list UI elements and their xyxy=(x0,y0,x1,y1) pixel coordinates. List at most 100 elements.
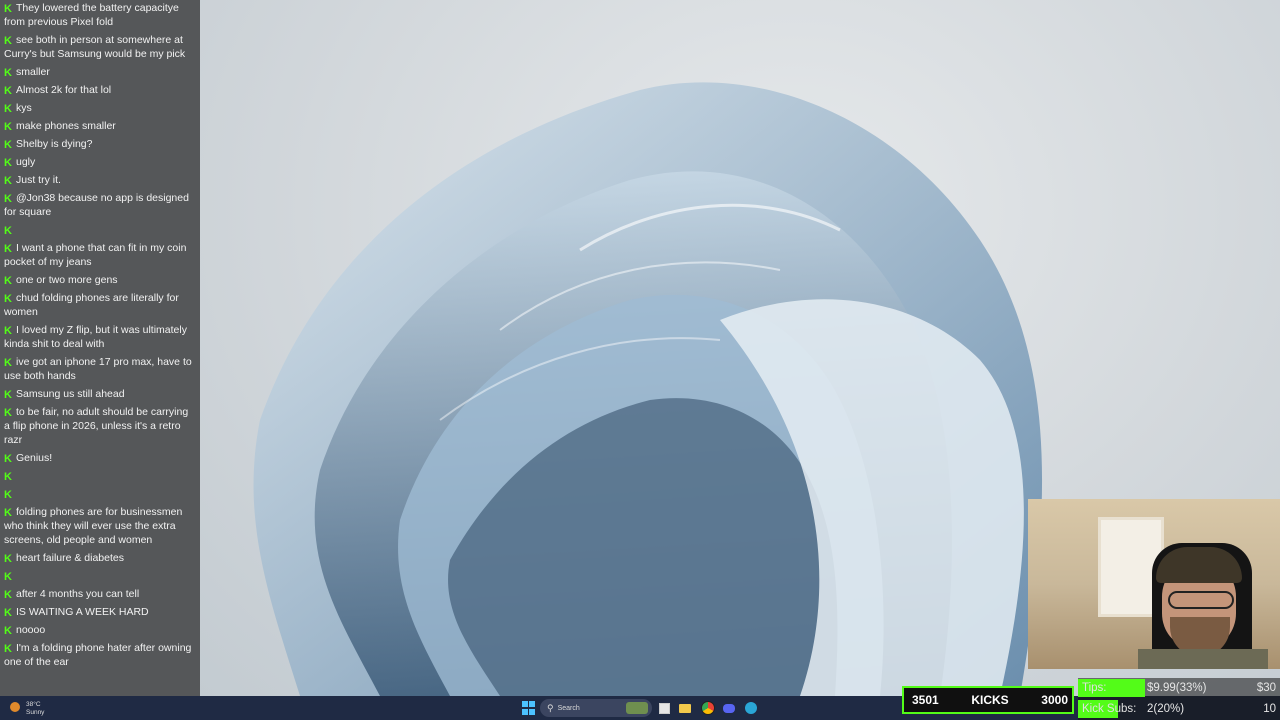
chat-message-text: make phones smaller xyxy=(16,120,116,132)
kick-badge-icon: K xyxy=(4,471,12,483)
chat-message-text: Genius! xyxy=(16,452,53,464)
webcam-feed xyxy=(1028,499,1280,669)
task-view-button[interactable] xyxy=(656,700,672,716)
chat-message-text: I loved my Z flip, but it was ultimately… xyxy=(4,324,187,350)
subs-goal-row: Kick Subs: 2(20%) 10 xyxy=(1078,699,1280,719)
webcam-streamer-cap xyxy=(1156,547,1242,583)
chat-message: K Shelby is dying? xyxy=(0,136,200,154)
goals-panel: Tips: $9.99(33%) $30 Kick Subs: 2(20%) 1… xyxy=(1078,678,1280,720)
chat-message-text: I want a phone that can fit in my coin p… xyxy=(4,242,187,268)
webcam-streamer-glasses xyxy=(1168,591,1234,609)
kick-badge-icon: K xyxy=(4,407,12,419)
task-view-icon xyxy=(658,702,670,714)
kick-badge-icon: K xyxy=(4,589,12,601)
chat-message: K Genius! xyxy=(0,450,200,468)
chat-message-text: after 4 months you can tell xyxy=(16,588,140,600)
chat-message: K xyxy=(0,468,200,486)
discord-icon xyxy=(723,703,735,713)
chat-message: Kto be fair, no adult should be carrying… xyxy=(0,404,200,450)
chat-message: K Almost 2k for that lol xyxy=(0,82,200,100)
kick-badge-icon: K xyxy=(4,139,12,151)
kick-badge-icon: K xyxy=(4,103,12,115)
chat-message-text: ive got an iphone 17 pro max, have to us… xyxy=(4,356,192,382)
kick-badge-icon: K xyxy=(4,243,12,255)
kick-badge-icon: K xyxy=(4,175,12,187)
kick-badge-icon: K xyxy=(4,3,12,15)
chat-message-text: Shelby is dying? xyxy=(16,138,93,150)
chat-message: Kkys xyxy=(0,100,200,118)
taskbar-search-box[interactable]: ⚲ Search xyxy=(540,699,652,717)
kick-badge-icon: K xyxy=(4,489,12,501)
chat-message: Kfolding phones are for businessmen who … xyxy=(0,504,200,550)
chat-message: Kafter 4 months you can tell xyxy=(0,586,200,604)
chat-message: K I'm a folding phone hater after owning … xyxy=(0,640,200,672)
chat-message-text: heart failure & diabetes xyxy=(16,552,124,564)
chat-message-text: chud folding phones are literally for wo… xyxy=(4,292,179,318)
chat-message: Kone or two more gens xyxy=(0,272,200,290)
kicks-label: KICKS xyxy=(971,693,1009,707)
kick-badge-icon: K xyxy=(4,193,12,205)
chat-message-text: @Jon38 because no app is designed for sq… xyxy=(4,192,189,218)
chat-message: K Just try it. xyxy=(0,172,200,190)
chat-message: K xyxy=(0,222,200,240)
chat-message-text: I'm a folding phone hater after owning o… xyxy=(4,642,192,668)
chat-message-list: K They lowered the battery capacitye from… xyxy=(0,0,200,672)
chat-message-text: IS WAITING A WEEK HARD xyxy=(16,606,149,618)
subs-label: Kick Subs: xyxy=(1082,703,1137,715)
discord-button[interactable] xyxy=(721,700,737,716)
stream-chat-panel: K They lowered the battery capacitye from… xyxy=(0,0,200,720)
chat-message-text: ugly xyxy=(16,156,36,168)
kick-badge-icon: K xyxy=(4,625,12,637)
chat-message: KI loved my Z flip, but it was ultimatel… xyxy=(0,322,200,354)
tips-goal: $30 xyxy=(1256,682,1276,694)
chat-message: Kmake phones smaller xyxy=(0,118,200,136)
chat-message-text: They lowered the battery capacitye from … xyxy=(4,2,179,28)
tips-goal-row: Tips: $9.99(33%) $30 xyxy=(1078,678,1280,698)
chat-message-text: smaller xyxy=(16,66,50,78)
chat-message: Kugly xyxy=(0,154,200,172)
chrome-button[interactable] xyxy=(700,700,716,716)
chrome-icon xyxy=(701,701,715,715)
kicks-goal-box: 3501 KICKS 3000 xyxy=(902,686,1074,714)
feather-app-icon xyxy=(745,702,757,714)
file-explorer-button[interactable] xyxy=(677,700,693,716)
kick-badge-icon: K xyxy=(4,607,12,619)
kick-badge-icon: K xyxy=(4,357,12,369)
chat-message: K Samsung us still ahead xyxy=(0,386,200,404)
app-button[interactable] xyxy=(743,700,759,716)
kick-badge-icon: K xyxy=(4,293,12,305)
chat-message-text: folding phones are for businessmen who t… xyxy=(4,506,183,546)
search-placeholder: Search xyxy=(557,704,580,712)
webcam-streamer-shirt xyxy=(1138,649,1268,669)
chat-message-text: Just try it. xyxy=(16,174,61,186)
search-highlight-image xyxy=(626,702,648,714)
kick-badge-icon: K xyxy=(4,275,12,287)
kick-badge-icon: K xyxy=(4,453,12,465)
sun-icon xyxy=(10,702,20,712)
kick-badge-icon: K xyxy=(4,553,12,565)
chat-message: K IS WAITING A WEEK HARD xyxy=(0,604,200,622)
start-button[interactable] xyxy=(520,700,536,716)
kick-badge-icon: K xyxy=(4,643,12,655)
chat-message-text: one or two more gens xyxy=(16,274,118,286)
chat-message-text: noooo xyxy=(16,624,46,636)
chat-message: Knoooo xyxy=(0,622,200,640)
chat-message: K They lowered the battery capacitye from… xyxy=(0,0,200,32)
tips-label: Tips: xyxy=(1082,682,1107,694)
weather-temperature: 38°C xyxy=(26,701,41,708)
chat-message: Kive got an iphone 17 pro max, have to u… xyxy=(0,354,200,386)
chat-message: Ksee both in person at somewhere at Curr… xyxy=(0,32,200,64)
chat-message: KI want a phone that can fit in my coin … xyxy=(0,240,200,272)
kick-badge-icon: K xyxy=(4,67,12,79)
chat-message-text: Almost 2k for that lol xyxy=(16,84,112,96)
kick-badge-icon: K xyxy=(4,121,12,133)
chat-message-text: Samsung us still ahead xyxy=(16,388,125,400)
tips-value: $9.99(33%) xyxy=(1147,682,1207,694)
kicks-goal: 3000 xyxy=(1041,693,1068,707)
chat-message: Kheart failure & diabetes xyxy=(0,550,200,568)
chat-message: Kchud folding phones are literally for w… xyxy=(0,290,200,322)
kick-badge-icon: K xyxy=(4,157,12,169)
chat-message: K @Jon38 because no app is designed for s… xyxy=(0,190,200,222)
weather-widget[interactable]: 38°C Sunny xyxy=(6,698,66,718)
chat-message-text: see both in person at somewhere at Curry… xyxy=(4,34,186,60)
